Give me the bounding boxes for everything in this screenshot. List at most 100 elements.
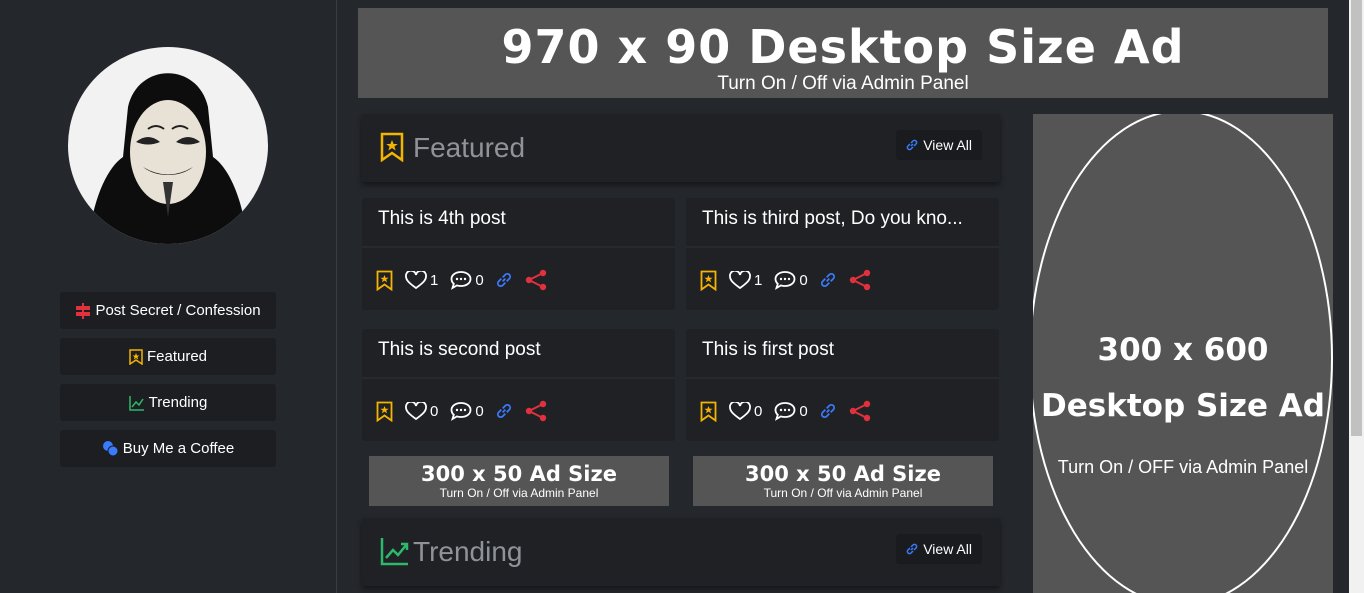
divider [362,377,675,379]
post-card[interactable]: This is first post 0 0 [686,329,999,441]
divider [362,246,675,248]
bookmark-star-icon [700,270,717,291]
like-button[interactable]: 0 [729,401,763,421]
nav-label: Buy Me a Coffee [122,440,235,457]
ad-small-right[interactable]: 300 x 50 Ad Size Turn On / Off via Admin… [693,456,993,506]
section-title: Trending [413,536,523,567]
copy-link-button[interactable] [496,272,512,288]
bookmark-button[interactable] [700,401,717,422]
post-card[interactable]: This is third post, Do you kno... 1 0 [686,198,999,310]
post-title[interactable]: This is second post [378,339,541,361]
link-icon [820,272,835,288]
share-button[interactable] [524,399,548,423]
avatar [68,47,268,244]
link-icon [496,403,511,419]
bookmark-star-icon [376,270,393,291]
nav-featured[interactable]: Featured [60,338,276,375]
ad-subtitle: Turn On / OFF via Admin Panel [1057,457,1309,477]
like-count: 1 [430,271,439,289]
bookmark-star-icon [129,348,143,365]
like-count: 0 [430,402,439,420]
comment-button[interactable]: 0 [774,401,808,421]
like-count: 0 [754,402,763,420]
ad-side-tall[interactable]: 300 x 600 Desktop Size Ad Turn On / OFF … [1033,114,1333,593]
featured-header: Featured View All [362,114,1000,182]
ad-title: 300 x 50 Ad Size [745,462,941,486]
link-icon [820,403,835,419]
like-button[interactable]: 1 [729,270,763,290]
post-actions: 0 0 [376,399,560,423]
comment-button[interactable]: 0 [450,401,484,421]
bookmark-star-icon [376,401,393,422]
divider [686,246,999,248]
bookmark-button[interactable] [376,270,393,291]
post-actions: 1 0 [700,268,884,292]
share-icon [525,269,546,291]
view-all-button[interactable]: View All [896,130,982,160]
post-title[interactable]: This is first post [702,339,834,361]
view-all-label: View All [923,137,972,153]
nav-label: Post Secret / Confession [95,302,261,319]
view-all-label: View All [923,541,972,557]
scrollbar-thumb[interactable] [1351,0,1362,436]
signpost-icon [76,302,91,319]
like-button[interactable]: 0 [405,401,439,421]
bookmark-button[interactable] [376,401,393,422]
post-actions: 0 0 [700,399,884,423]
sidebar: Post Secret / Confession Featured Trendi… [0,0,337,593]
post-card[interactable]: This is second post 0 0 [362,329,675,441]
page-scrollbar[interactable] [1349,0,1364,593]
share-icon [849,269,870,291]
post-title[interactable]: This is third post, Do you kno... [702,208,963,230]
link-icon [906,543,918,555]
share-button[interactable] [848,268,872,292]
ad-title: 300 x 50 Ad Size [421,462,617,486]
copy-link-button[interactable] [496,403,512,419]
copy-link-button[interactable] [820,403,836,419]
view-all-button[interactable]: View All [896,534,982,564]
comment-icon [774,402,796,421]
heart-icon [729,270,751,289]
heart-icon [405,270,427,289]
comment-icon [450,402,472,421]
nav-label: Featured [146,348,208,365]
nav-post-secret[interactable]: Post Secret / Confession [60,292,276,329]
ad-subtitle: Turn On / Off via Admin Panel [717,73,969,94]
ad-banner-top[interactable]: 970 x 90 Desktop Size Ad Turn On / Off v… [358,8,1328,98]
like-count: 1 [754,271,763,289]
link-icon [496,272,511,288]
ad-small-left[interactable]: 300 x 50 Ad Size Turn On / Off via Admin… [369,456,669,506]
trending-header: Trending View All [362,518,1000,586]
ad-title-line1: 300 x 600 [1097,332,1269,368]
post-title[interactable]: This is 4th post [378,208,506,230]
ad-subtitle: Turn On / Off via Admin Panel [763,486,923,500]
bookmark-button[interactable] [700,270,717,291]
trending-up-icon [128,395,144,411]
bookmark-star-icon [380,132,404,162]
comment-button[interactable]: 0 [450,270,484,290]
comment-button[interactable]: 0 [774,270,808,290]
divider [686,377,999,379]
trending-up-icon [380,538,409,566]
post-actions: 1 0 [376,268,560,292]
share-button[interactable] [848,399,872,423]
like-button[interactable]: 1 [405,270,439,290]
nav-trending[interactable]: Trending [60,384,276,421]
share-icon [525,400,546,422]
coins-icon [102,441,119,457]
link-icon [906,139,918,151]
nav-buy-coffee[interactable]: Buy Me a Coffee [60,430,276,467]
heart-icon [405,401,427,420]
heart-icon [729,401,751,420]
comment-count: 0 [799,271,808,289]
nav-label: Trending [148,394,208,411]
bookmark-star-icon [700,401,717,422]
ad-title: 970 x 90 Desktop Size Ad [501,20,1185,74]
post-card[interactable]: This is 4th post 1 0 [362,198,675,310]
ad-subtitle: Turn On / Off via Admin Panel [439,486,599,500]
share-button[interactable] [524,268,548,292]
comment-count: 0 [475,271,484,289]
comment-icon [774,271,796,290]
share-icon [849,400,870,422]
copy-link-button[interactable] [820,272,836,288]
